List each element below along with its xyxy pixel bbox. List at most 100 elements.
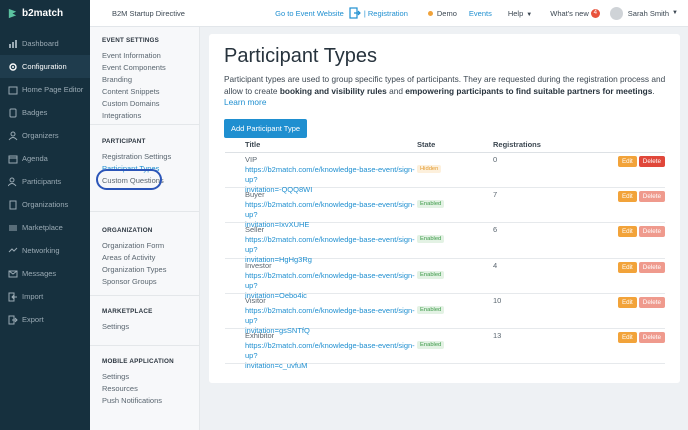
submenu-item-organization-types[interactable]: Organization Types — [102, 264, 199, 276]
sidebar-item-participants[interactable]: Participants — [0, 170, 90, 193]
export-icon — [8, 315, 18, 325]
messages-icon — [8, 269, 18, 279]
sidebar-item-home-page-editor[interactable]: Home Page Editor — [0, 78, 90, 101]
sidebar-item-marketplace[interactable]: Marketplace — [0, 216, 90, 239]
registrations-count: 0 — [493, 155, 498, 164]
event-settings-section: EVENT SETTINGS Event Information Event C… — [90, 27, 199, 125]
signup-link[interactable]: https://b2match.com/e/knowledge-base-eve… — [245, 235, 417, 255]
sidebar-item-networking[interactable]: Networking — [0, 239, 90, 262]
signup-link[interactable]: https://b2match.com/e/knowledge-base-eve… — [245, 271, 417, 291]
submenu-item-content-snippets[interactable]: Content Snippets — [102, 86, 199, 98]
submenu-item-resources[interactable]: Resources — [102, 383, 199, 395]
signup-link[interactable]: https://b2match.com/e/knowledge-base-eve… — [245, 200, 417, 220]
submenu-item-custom-domains[interactable]: Custom Domains — [102, 98, 199, 110]
chevron-down-icon: ▼ — [526, 11, 533, 18]
section-title: EVENT SETTINGS — [102, 37, 160, 44]
brand-name: b2match — [22, 7, 64, 19]
table-row: Seller https://b2match.com/e/knowledge-ba… — [225, 223, 665, 264]
edit-button[interactable]: Edit — [617, 156, 637, 167]
participant-type-name: Visitor — [245, 295, 266, 305]
submenu-item-event-information[interactable]: Event Information — [102, 50, 199, 62]
submenu-item-branding[interactable]: Branding — [102, 74, 199, 86]
delete-button[interactable]: Delete — [638, 296, 665, 308]
description-bold: empowering participants to find suitable… — [405, 85, 653, 96]
delete-button[interactable]: Delete — [638, 261, 665, 273]
sidebar-item-label: Agenda — [22, 154, 48, 163]
signup-link-invitation[interactable]: invitation=c_uvfuM — [245, 361, 417, 371]
edit-button[interactable]: Edit — [617, 296, 637, 308]
organizers-icon — [8, 131, 18, 141]
delete-button[interactable]: Delete — [638, 191, 665, 203]
column-header-title: Title — [245, 140, 261, 149]
edit-button[interactable]: Edit — [617, 331, 637, 343]
page-description: Participant types are used to group spec… — [224, 74, 670, 109]
signup-link[interactable]: https://b2match.com/e/knowledge-base-eve… — [245, 306, 417, 326]
demo-status: Demo — [427, 9, 457, 18]
table-row: Visitor https://b2match.com/e/knowledge-b… — [225, 294, 665, 335]
page-title: Participant Types — [224, 45, 378, 67]
delete-button[interactable]: Delete — [638, 331, 665, 343]
registrations-count: 4 — [493, 260, 498, 270]
sidebar-item-label: Dashboard — [22, 39, 59, 48]
avatar — [609, 6, 623, 20]
delete-button[interactable]: Delete — [638, 156, 665, 167]
sidebar-item-organizations[interactable]: Organizations — [0, 193, 90, 216]
add-participant-type-button[interactable]: Add Participant Type — [224, 118, 308, 138]
edit-button[interactable]: Edit — [617, 261, 637, 273]
description-bold: booking and visibility rules — [279, 85, 387, 96]
submenu-item-registration-settings[interactable]: Registration Settings — [102, 151, 199, 163]
status-badge: Enabled — [417, 200, 445, 209]
table-header: Title State Registrations — [225, 140, 665, 153]
external-link-icon[interactable] — [349, 7, 361, 19]
table-row: Exhibitor https://b2match.com/e/knowledge… — [225, 329, 665, 370]
whats-new-count-badge: 4 — [590, 8, 600, 18]
learn-more-link[interactable]: Learn more — [224, 97, 266, 107]
submenu-item-sponsor-groups[interactable]: Sponsor Groups — [102, 276, 199, 288]
participant-type-name: VIP — [245, 155, 258, 164]
signup-link[interactable]: https://b2match.com/e/knowledge-base-eve… — [245, 165, 417, 185]
registrations-count: 6 — [493, 225, 498, 235]
edit-button[interactable]: Edit — [617, 226, 637, 238]
submenu-item-push-notifications[interactable]: Push Notifications — [102, 395, 199, 407]
submenu-item-organization-form[interactable]: Organization Form — [102, 240, 199, 252]
sidebar-item-export[interactable]: Export — [0, 308, 90, 331]
sidebar-item-label: Organizations — [22, 200, 69, 209]
column-header-state: State — [417, 140, 436, 149]
description-text: and — [386, 85, 406, 96]
sidebar-item-configuration[interactable]: Configuration — [0, 55, 90, 78]
section-title: PARTICIPANT — [102, 138, 146, 145]
whats-new-button[interactable]: What's new 4 — [550, 8, 600, 18]
signup-link[interactable]: https://b2match.com/e/knowledge-base-eve… — [245, 341, 417, 361]
registration-link[interactable]: | Registration — [364, 9, 408, 18]
help-menu[interactable]: Help ▼ — [508, 9, 532, 18]
participant-type-name: Exhibitor — [245, 330, 275, 340]
go-to-event-website-link[interactable]: Go to Event Website — [275, 9, 344, 18]
brand-logo[interactable]: b2match — [0, 0, 90, 27]
sidebar-item-agenda[interactable]: Agenda — [0, 147, 90, 170]
edit-button[interactable]: Edit — [617, 191, 637, 203]
sidebar-item-badges[interactable]: Badges — [0, 101, 90, 124]
sidebar-item-messages[interactable]: Messages — [0, 262, 90, 285]
highlight-circle — [96, 169, 162, 190]
status-badge: Hidden — [417, 165, 442, 173]
sidebar-item-label: Messages — [22, 269, 57, 278]
registrations-count: 7 — [493, 190, 498, 200]
sidebar-item-dashboard[interactable]: Dashboard — [0, 32, 90, 55]
submenu-item-marketplace-settings[interactable]: Settings — [102, 321, 199, 333]
whats-new-label: What's new — [550, 8, 589, 18]
submenu-item-areas-of-activity[interactable]: Areas of Activity — [102, 252, 199, 264]
submenu-item-integrations[interactable]: Integrations — [102, 110, 199, 122]
participant-type-name: Buyer — [245, 190, 265, 200]
delete-button[interactable]: Delete — [638, 226, 665, 238]
marketplace-section: MARKETPLACE Settings — [90, 296, 199, 346]
submenu-item-event-components[interactable]: Event Components — [102, 62, 199, 74]
events-link[interactable]: Events — [469, 9, 492, 18]
sidebar-item-organizers[interactable]: Organizers — [0, 124, 90, 147]
sidebar-item-import[interactable]: Import — [0, 285, 90, 308]
user-menu[interactable]: Sarah Smith ▼ — [609, 6, 678, 20]
submenu-item-mobile-settings[interactable]: Settings — [102, 371, 199, 383]
top-bar: b2match B2M Startup Directive Go to Even… — [0, 0, 688, 27]
main-sidebar: Dashboard Configuration Home Page Editor… — [0, 27, 90, 430]
status-badge: Enabled — [417, 235, 445, 244]
status-badge: Enabled — [417, 305, 445, 314]
